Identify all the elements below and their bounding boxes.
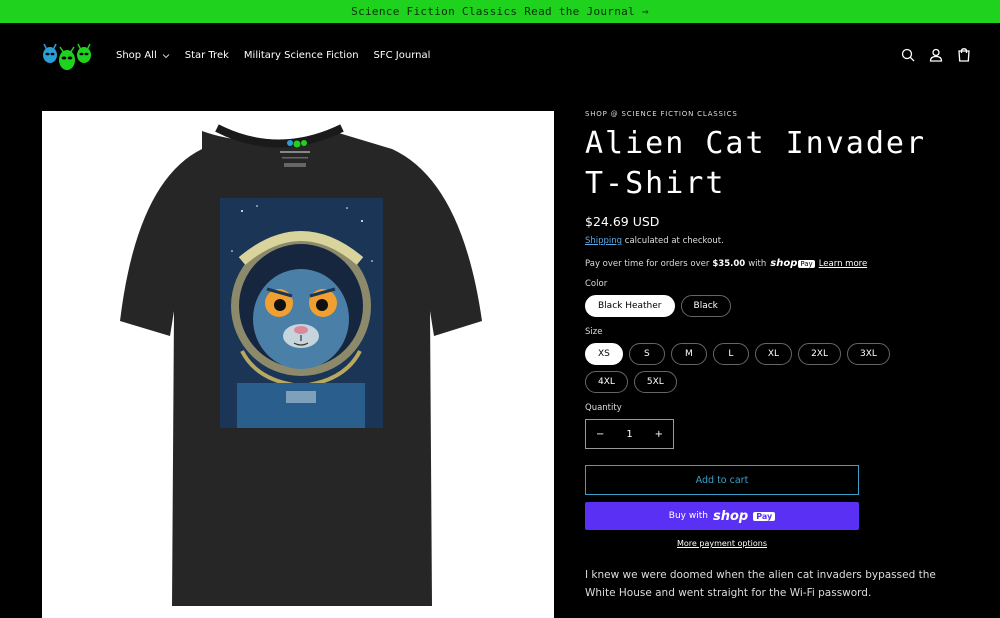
announcement-bar[interactable]: Science Fiction Classics Read the Journa…: [0, 0, 1000, 23]
product-description: I knew we were doomed when the alien cat…: [585, 569, 936, 599]
site-logo[interactable]: [40, 38, 95, 74]
quantity-increase-button[interactable]: +: [655, 429, 663, 440]
payover-amount: $35.00: [712, 258, 746, 269]
size-option-3xl[interactable]: 3XL: [846, 343, 890, 365]
size-option-2xl[interactable]: 2XL: [798, 343, 841, 365]
shipping-text: calculated at checkout.: [622, 236, 724, 246]
size-option-xl[interactable]: XL: [754, 343, 793, 365]
size-options: XS S M L XL 2XL 3XL 4XL 5XL: [585, 343, 935, 393]
size-option-l[interactable]: L: [712, 343, 749, 365]
nav-item-label[interactable]: Shop All: [116, 50, 157, 61]
size-option-xs[interactable]: XS: [585, 343, 623, 365]
quantity-stepper: − 1 +: [585, 419, 674, 449]
product-title: Alien Cat Invader T-Shirt: [585, 126, 927, 201]
announcement-text[interactable]: Science Fiction Classics Read the Journa…: [351, 5, 649, 18]
nav-item-label[interactable]: Military Science Fiction: [244, 50, 359, 61]
alien-head-center: [59, 46, 75, 70]
alien-head-left: [43, 43, 57, 63]
payover-prefix: Pay over time for orders over: [585, 258, 710, 269]
add-to-cart-button[interactable]: Add to cart: [585, 465, 859, 495]
learn-more-link[interactable]: Learn more: [819, 259, 867, 269]
quantity-label: Quantity: [585, 403, 622, 413]
size-option-s[interactable]: S: [628, 343, 665, 365]
shoppay-brand: shop: [770, 258, 798, 269]
nav-item-label[interactable]: Star Trek: [185, 50, 229, 61]
shipping-link[interactable]: Shipping: [585, 236, 622, 246]
buy-with-shoppay-button[interactable]: Buy with shop Pay: [585, 502, 859, 530]
product-vendor: SHOP @ SCIENCE FICTION CLASSICS: [585, 110, 738, 118]
nav-item-star-trek[interactable]: Star Trek: [185, 50, 229, 61]
shoppay-logo: shop Pay: [770, 258, 815, 269]
main-nav: Shop All Star Trek Military Science Fict…: [116, 50, 445, 61]
product-image[interactable]: [42, 111, 554, 618]
shoppay-pay-badge: Pay: [798, 259, 815, 268]
alien-head-right: [77, 43, 91, 63]
quantity-input[interactable]: 1: [626, 429, 632, 440]
nav-item-label[interactable]: SFC Journal: [374, 50, 431, 61]
product-info: SHOP @ SCIENCE FICTION CLASSICS Alien Ca…: [585, 110, 965, 602]
color-option-black-heather[interactable]: Black Heather: [585, 295, 675, 317]
quantity-decrease-button[interactable]: −: [596, 429, 604, 440]
shoppay-brand: shop: [712, 508, 749, 524]
buy-with-label: Buy with: [668, 511, 708, 521]
color-options: Black Heather Black: [585, 295, 965, 317]
color-label: Color: [585, 279, 608, 289]
nav-item-shop-all[interactable]: Shop All: [116, 50, 170, 61]
size-option-4xl[interactable]: 4XL: [585, 371, 628, 393]
payover-with: with: [748, 258, 767, 269]
product-price: $24.69 USD: [585, 214, 660, 229]
cat-astronaut-print: [220, 198, 383, 428]
search-icon[interactable]: [900, 47, 916, 63]
shoppay-pay-badge: Pay: [753, 511, 776, 521]
nav-item-military-science-fiction[interactable]: Military Science Fiction: [244, 50, 359, 61]
size-option-m[interactable]: M: [670, 343, 707, 365]
site-header: Shop All Star Trek Military Science Fict…: [0, 23, 1000, 89]
cart-icon[interactable]: [956, 47, 972, 63]
more-payment-options-link[interactable]: More payment options: [585, 539, 859, 548]
installments-note: Pay over time for orders over $35.00 wit…: [585, 258, 965, 269]
account-icon[interactable]: [928, 47, 944, 63]
header-icons: [900, 47, 972, 63]
size-option-5xl[interactable]: 5XL: [633, 371, 677, 393]
size-label: Size: [585, 327, 603, 337]
chevron-down-icon: [162, 52, 170, 60]
color-option-black[interactable]: Black: [680, 295, 731, 317]
nav-item-sfc-journal[interactable]: SFC Journal: [374, 50, 431, 61]
shipping-note: Shipping calculated at checkout.: [585, 236, 965, 246]
